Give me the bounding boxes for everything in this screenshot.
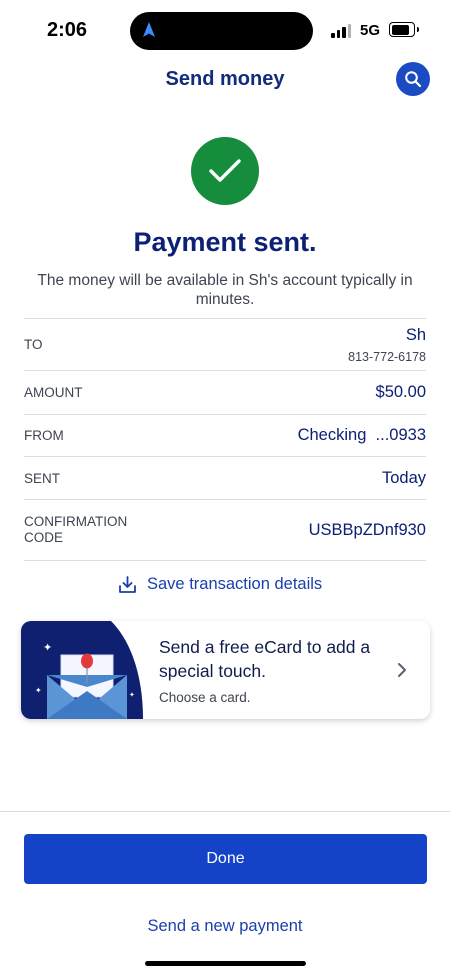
detail-row-sent: SENT Today bbox=[24, 457, 426, 500]
availability-message: The money will be available in Sh's acco… bbox=[37, 272, 413, 308]
battery-icon bbox=[389, 22, 419, 37]
ecard-subtitle: Choose a card. bbox=[159, 690, 251, 705]
from-label: FROM bbox=[24, 428, 64, 443]
success-check-icon bbox=[191, 137, 259, 205]
confirmation-code-label: CONFIRMATION CODE bbox=[24, 514, 128, 545]
from-account: Checking ...0933 bbox=[297, 426, 426, 444]
svg-text:✦: ✦ bbox=[43, 641, 52, 654]
dynamic-island bbox=[130, 12, 313, 50]
save-transaction-label: Save transaction details bbox=[147, 575, 323, 593]
status-bar: 2:06 5G bbox=[0, 0, 450, 60]
amount-label: AMOUNT bbox=[24, 385, 83, 400]
download-icon bbox=[119, 576, 136, 593]
footer-divider bbox=[0, 811, 450, 812]
page-title: Send money bbox=[165, 68, 285, 90]
recipient: Sh 813-772-6178 bbox=[348, 326, 426, 364]
network-type: 5G bbox=[360, 22, 381, 39]
search-button[interactable] bbox=[396, 62, 430, 96]
sent-label: SENT bbox=[24, 470, 61, 486]
recipient-phone: 813-772-6178 bbox=[348, 349, 426, 364]
send-new-payment-link[interactable]: Send a new payment bbox=[0, 917, 450, 936]
amount-value: $50.00 bbox=[375, 383, 426, 401]
detail-row-amount: AMOUNT $50.00 bbox=[24, 371, 426, 415]
search-icon bbox=[405, 71, 422, 88]
transaction-details: TO Sh 813-772-6178 AMOUNT $50.00 FROM Ch… bbox=[24, 318, 426, 561]
done-button[interactable]: Done bbox=[24, 834, 427, 884]
svg-text:✦: ✦ bbox=[35, 686, 42, 695]
status-time: 2:06 bbox=[47, 19, 88, 41]
save-transaction-link[interactable]: Save transaction details bbox=[118, 575, 322, 594]
detail-row-confirmation: CONFIRMATION CODE USBBpZDnf930 bbox=[24, 500, 426, 561]
detail-row-to: TO Sh 813-772-6178 bbox=[24, 319, 426, 371]
recipient-name: Sh bbox=[405, 325, 426, 344]
sent-value: Today bbox=[381, 468, 426, 487]
navigation-arrow-icon bbox=[143, 22, 155, 37]
to-label: TO bbox=[24, 337, 43, 352]
ecard-title: Send a free eCard to add a special touch… bbox=[159, 637, 371, 681]
svg-text:✦: ✦ bbox=[129, 691, 135, 699]
home-indicator[interactable] bbox=[145, 961, 306, 966]
envelope-illustration: ✦ ✦ ✦ bbox=[21, 621, 143, 719]
confirmation-code-value: USBBpZDnf930 bbox=[308, 520, 426, 539]
payment-sent-headline: Payment sent. bbox=[133, 227, 317, 257]
cellular-signal-icon bbox=[331, 24, 351, 38]
detail-row-from: FROM Checking ...0933 bbox=[24, 415, 426, 457]
chevron-right-icon bbox=[398, 663, 406, 677]
ecard-promo-card[interactable]: ✦ ✦ ✦ Send a free eCard to add a special… bbox=[21, 621, 430, 719]
